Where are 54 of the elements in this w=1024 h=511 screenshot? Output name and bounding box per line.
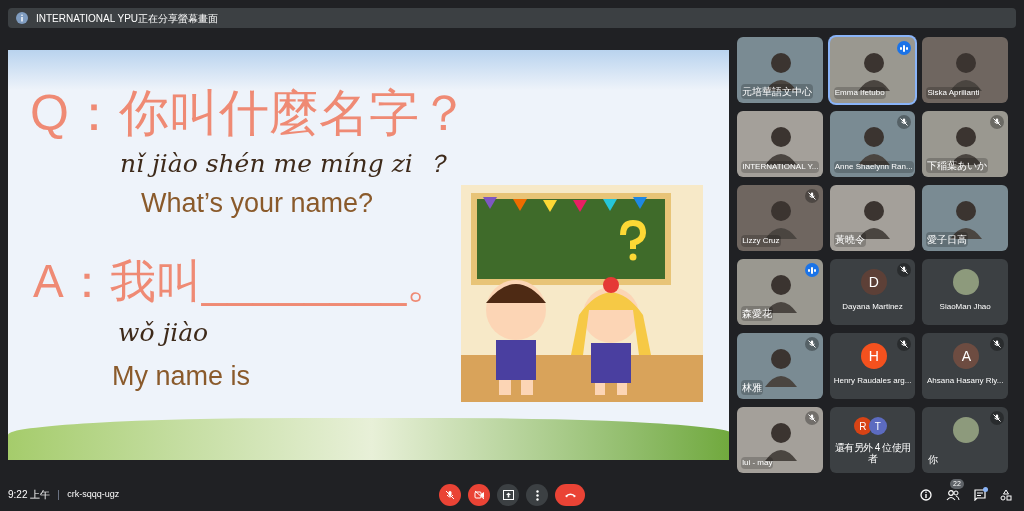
end-call-button[interactable] (555, 484, 585, 506)
participant-name: 元培華語文中心 (741, 84, 814, 99)
camera-off-icon (473, 490, 485, 500)
answer-label: A (33, 258, 64, 304)
camera-button[interactable] (468, 484, 490, 506)
participant-name: 下稲葉あいか (926, 158, 989, 173)
answer-text: ：我叫________。 (63, 258, 453, 304)
photo-placeholder (953, 417, 980, 443)
participant-name: Henry Raudales arg... (832, 375, 913, 387)
info-icon (16, 12, 28, 24)
participant-name: Dayana Martinez (841, 301, 904, 313)
participant-name: 你 (928, 453, 939, 467)
microphone-off-icon (445, 490, 455, 500)
clock-text: 9:22 上午 (8, 488, 51, 502)
meeting-code-text: crk-sqqq-ugz (67, 487, 120, 501)
chat-icon[interactable] (974, 488, 986, 501)
person-silhouette-icon (765, 347, 798, 387)
question-mark-text: ？ (424, 148, 450, 180)
participant-name: Anne Shaelynn Ran... (833, 161, 914, 173)
person-silhouette-icon (765, 421, 798, 461)
more-icon (535, 489, 539, 501)
person-silhouette-icon (765, 199, 798, 239)
person-silhouette-icon (765, 125, 798, 165)
more-options-button[interactable] (526, 484, 548, 506)
people-icon[interactable] (946, 488, 960, 501)
participant-name: 黃曉令 (833, 232, 866, 247)
question-label: Q (30, 88, 69, 138)
english-answer-text: My name is (112, 360, 251, 393)
present-button[interactable] (497, 484, 519, 506)
participant-name: Emma Ifetubo (833, 87, 886, 99)
participant-name: INTERNATIONAL Y... (741, 161, 820, 173)
microphone-button[interactable] (439, 484, 461, 506)
present-icon (502, 490, 514, 500)
participant-name: 林雅 (741, 380, 764, 395)
person-silhouette-icon (950, 51, 983, 91)
participant-name: Lizzy Cruz (741, 235, 781, 247)
phone-hangup-icon (563, 492, 577, 498)
question-text: ：你叫什麼名字？ (68, 88, 469, 138)
pinyin-text: wǒ jiào (118, 317, 209, 349)
english-question-text: What’s your name? (141, 187, 374, 220)
participant-name: SiaoMan Jhao (938, 301, 992, 313)
info-icon[interactable] (920, 488, 932, 501)
participant-name: lui - may (741, 457, 774, 469)
participant-name: 還有另外 4 位使用者 (833, 442, 912, 464)
participant-name: 森愛花 (741, 306, 774, 321)
shapes-icon[interactable] (1000, 488, 1012, 501)
participant-name: 愛子日高 (926, 232, 969, 247)
participant-name: Siska Aprilianti (926, 87, 981, 99)
photo-placeholder (953, 269, 980, 295)
person-silhouette-icon (857, 125, 890, 165)
pinyin-text: nǐ jiào shén me míng zi (120, 148, 413, 180)
person-silhouette-icon (857, 51, 890, 91)
banner-text: INTERNATIONAL YPU正在分享螢幕畫面 (36, 11, 219, 26)
participant-name: Ahsana Hasany Riy... (926, 375, 1005, 387)
